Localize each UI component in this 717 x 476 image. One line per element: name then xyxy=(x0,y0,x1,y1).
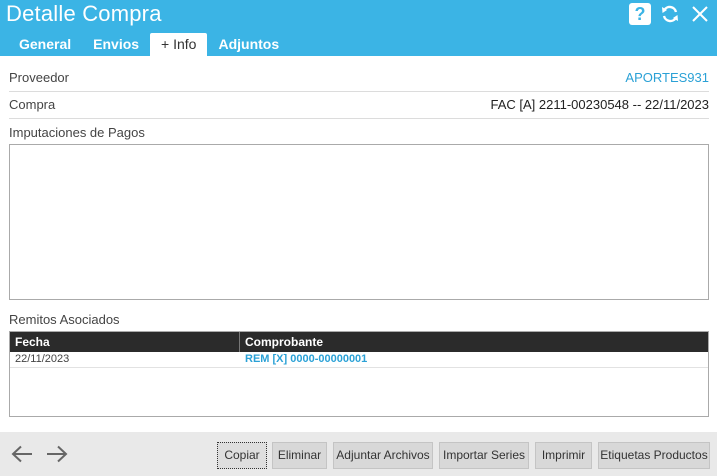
remitos-grid[interactable]: Fecha Comprobante 22/11/2023 REM [X] 000… xyxy=(9,331,709,417)
column-header-comprobante[interactable]: Comprobante xyxy=(240,332,323,352)
adjuntar-archivos-button[interactable]: Adjuntar Archivos xyxy=(333,442,433,469)
arrow-right-icon[interactable] xyxy=(45,443,69,465)
proveedor-label: Proveedor xyxy=(9,70,69,85)
fecha-cell: 22/11/2023 xyxy=(15,353,70,365)
help-icon[interactable]: ? xyxy=(629,3,651,25)
arrow-left-icon[interactable] xyxy=(10,443,34,465)
comprobante-link[interactable]: REM [X] 0000-00000001 xyxy=(240,352,367,367)
compra-label: Compra xyxy=(9,97,56,112)
importar-series-button[interactable]: Importar Series xyxy=(439,442,529,469)
header-icons: ? xyxy=(629,3,711,25)
tab-envios[interactable]: Envios xyxy=(82,33,150,56)
tab-bar: General Envios + Info Adjuntos xyxy=(8,33,290,56)
imputaciones-list[interactable] xyxy=(9,144,709,300)
compra-value: FAC [A] 2211-00230548 -- 22/11/2023 xyxy=(490,97,709,112)
eliminar-button[interactable]: Eliminar xyxy=(272,442,327,469)
footer-bar: Copiar Eliminar Adjuntar Archivos Import… xyxy=(0,432,717,476)
imprimir-button[interactable]: Imprimir xyxy=(535,442,592,469)
proveedor-link[interactable]: APORTES931 xyxy=(625,65,709,91)
etiquetas-productos-button[interactable]: Etiquetas Productos xyxy=(598,442,710,469)
tab-adjuntos[interactable]: Adjuntos xyxy=(207,33,290,56)
remitos-grid-header: Fecha Comprobante xyxy=(10,332,708,352)
table-row[interactable]: 22/11/2023 REM [X] 0000-00000001 xyxy=(10,352,708,368)
copiar-button[interactable]: Copiar xyxy=(217,442,267,469)
close-icon[interactable] xyxy=(689,3,711,25)
compra-row: Compra FAC [A] 2211-00230548 -- 22/11/20… xyxy=(9,92,709,119)
tab-info[interactable]: + Info xyxy=(150,33,208,56)
column-header-fecha[interactable]: Fecha xyxy=(10,332,240,352)
refresh-icon[interactable] xyxy=(659,3,681,25)
tab-general[interactable]: General xyxy=(8,33,82,56)
imputaciones-label: Imputaciones de Pagos xyxy=(9,125,145,140)
window-title: Detalle Compra xyxy=(6,1,162,26)
window-header: Detalle Compra ? General Envios + Info A… xyxy=(0,0,717,56)
proveedor-row: Proveedor APORTES931 xyxy=(9,65,709,92)
remitos-label: Remitos Asociados xyxy=(9,312,120,327)
